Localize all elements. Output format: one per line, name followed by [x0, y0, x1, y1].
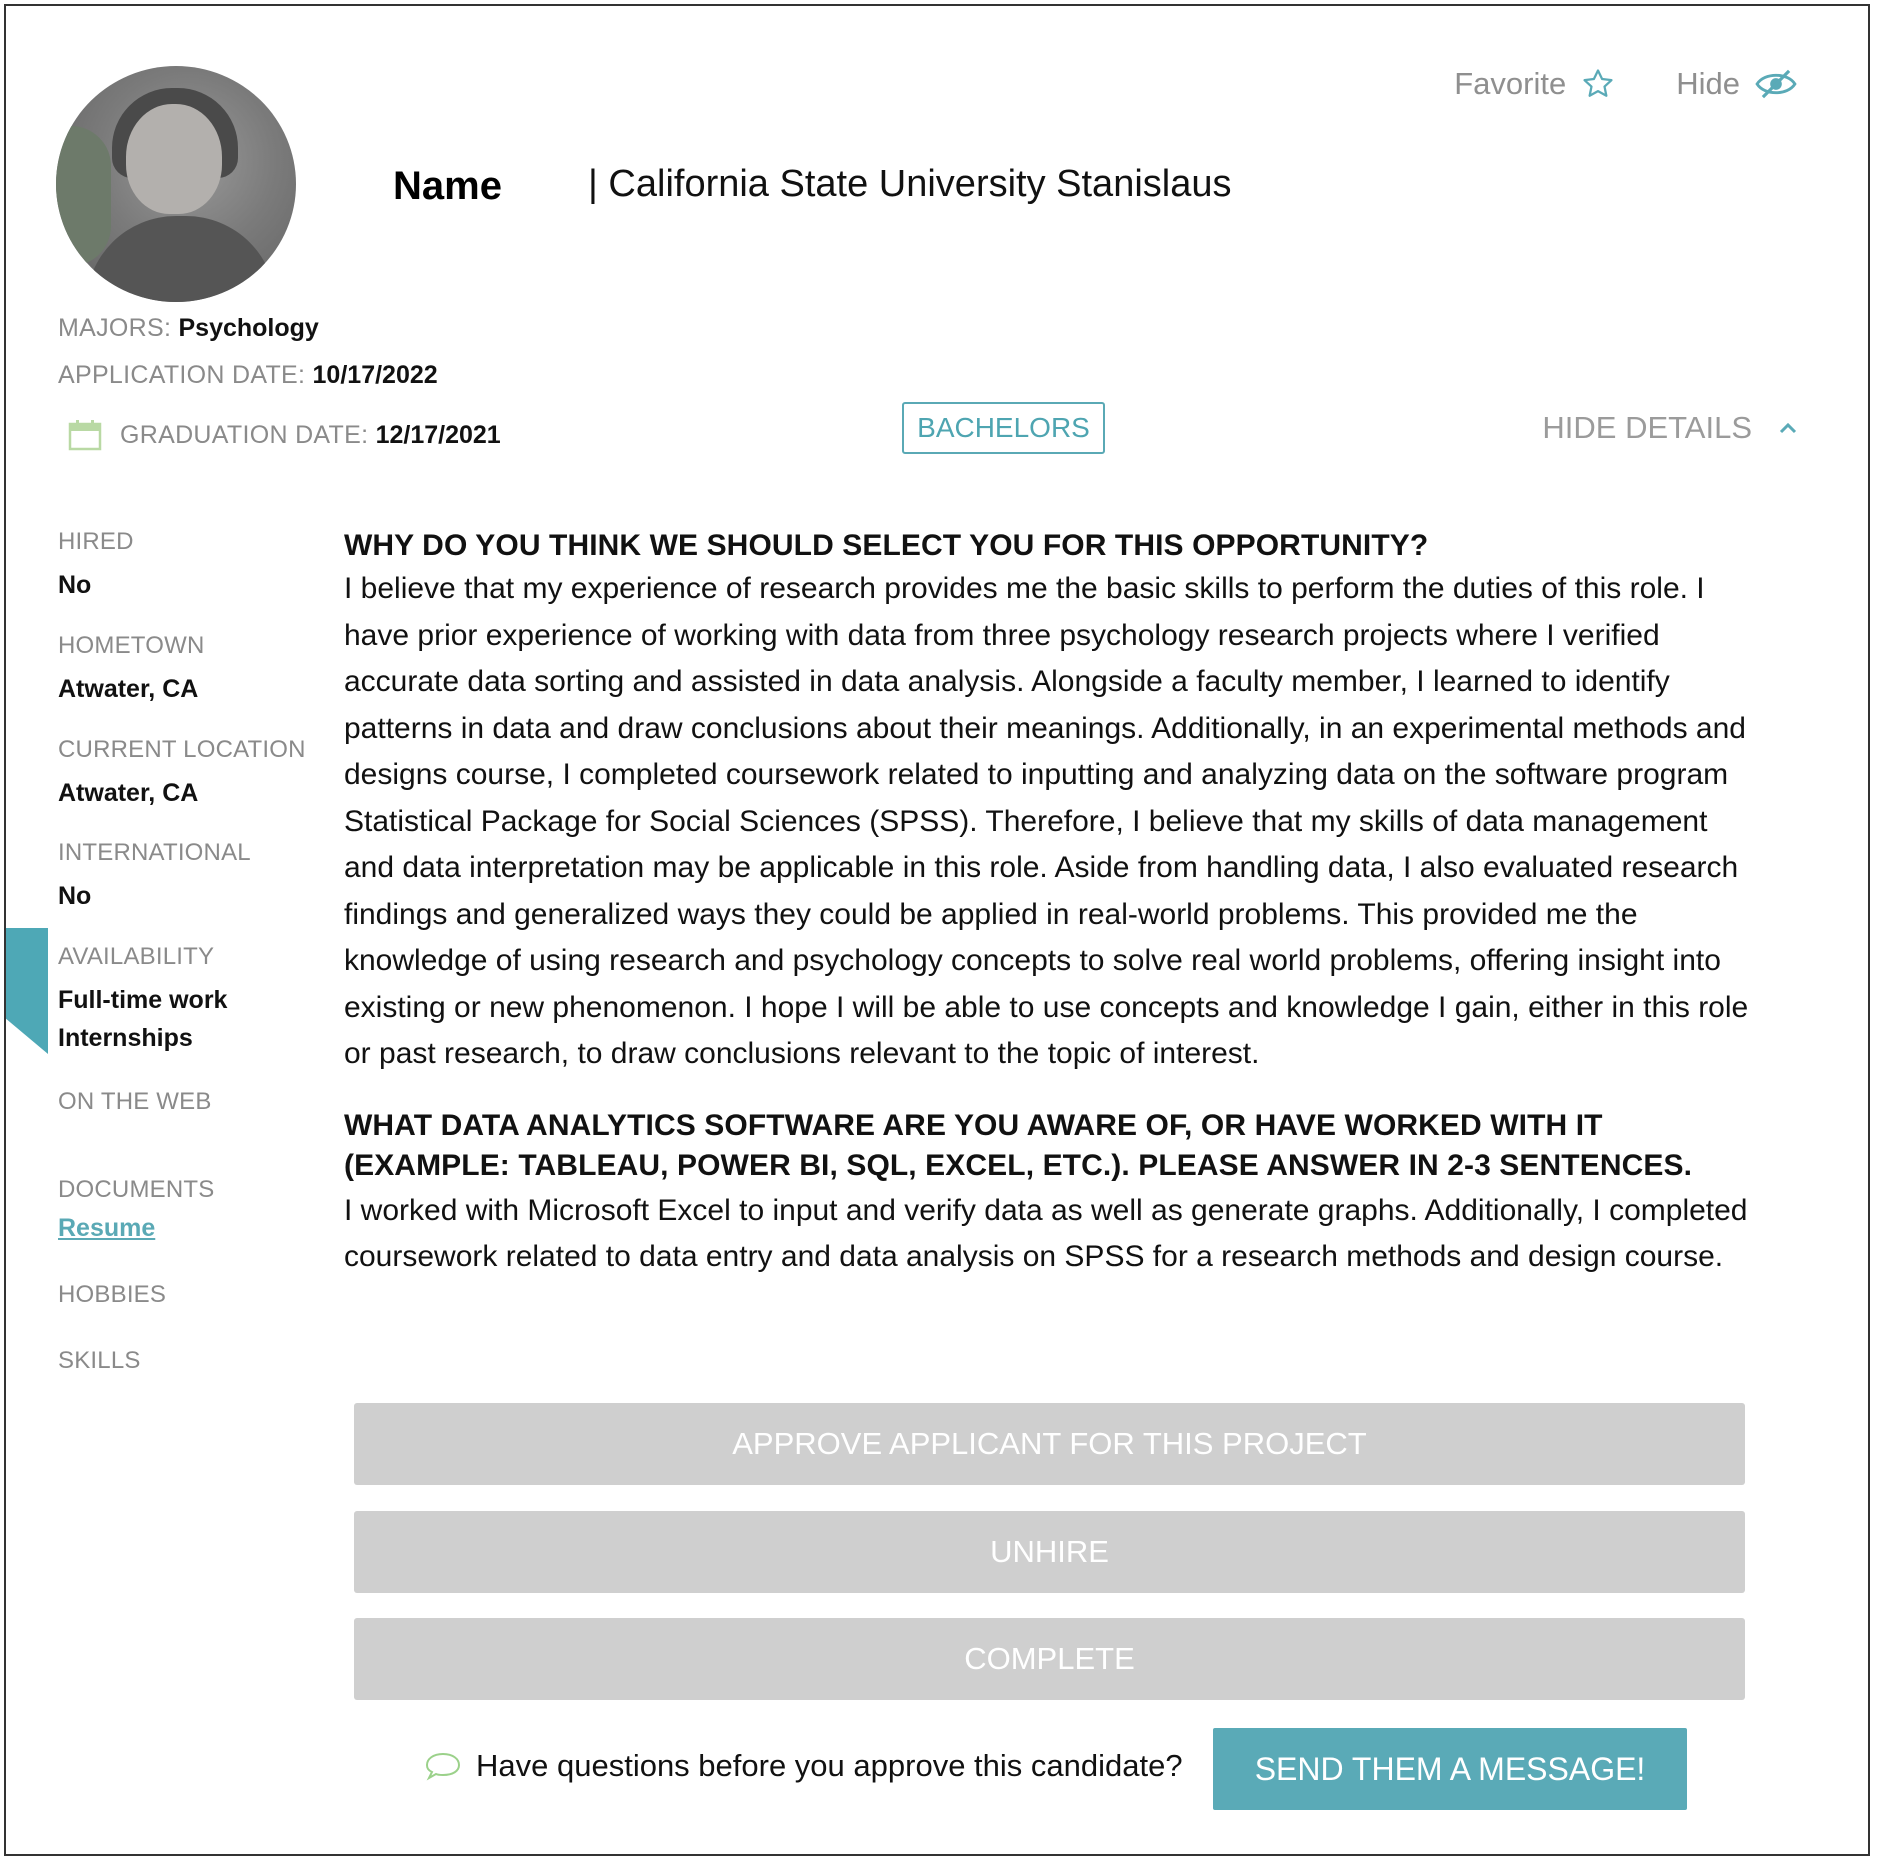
skills-label: SKILLS [58, 1347, 141, 1374]
hired-label: HIRED [58, 528, 134, 555]
current-location-label: CURRENT LOCATION [58, 736, 306, 763]
questions-prompt: Have questions before you approve this c… [424, 1748, 1183, 1784]
applicant-name: Name [393, 164, 502, 208]
question-answer: I believe that my experience of research… [344, 572, 1749, 1070]
chevron-up-icon [1779, 422, 1797, 434]
hometown-field: HOMETOWN Atwater, CA [58, 632, 204, 708]
skills-field: SKILLS [58, 1347, 141, 1375]
hobbies-label: HOBBIES [58, 1281, 167, 1308]
applicant-school: | California State University Stanislaus [588, 163, 1232, 205]
availability-item: Full-time work [58, 986, 228, 1014]
hometown-label: HOMETOWN [58, 632, 205, 659]
hometown-value: Atwater, CA [58, 675, 199, 703]
hobbies-field: HOBBIES [58, 1281, 166, 1309]
hide-button[interactable]: Hide [1676, 66, 1798, 102]
complete-button[interactable]: COMPLETE [354, 1618, 1745, 1700]
graduation-date-value: 12/17/2021 [375, 420, 501, 449]
calendar-icon [68, 420, 102, 451]
avatar [56, 66, 296, 302]
availability-label: AVAILABILITY [58, 943, 215, 970]
favorite-label: Favorite [1454, 66, 1567, 101]
graduation-date-label: GRADUATION DATE: [120, 420, 369, 449]
majors-label: MAJORS: [58, 314, 172, 342]
graduation-date-row: GRADUATION DATE: 12/17/2021 [68, 419, 501, 451]
availability-values: Full-time work Internships [58, 981, 227, 1057]
availability-field: AVAILABILITY Full-time work Internships [58, 943, 227, 1057]
documents-label: DOCUMENTS [58, 1176, 215, 1203]
international-value: No [58, 882, 92, 910]
current-location-value: Atwater, CA [58, 779, 199, 807]
on-the-web-field: ON THE WEB [58, 1088, 212, 1116]
hide-details-toggle[interactable]: HIDE DETAILS [1542, 410, 1798, 446]
eye-slash-icon [1755, 69, 1797, 99]
favorite-button[interactable]: Favorite [1454, 66, 1616, 102]
application-date-value: 10/17/2022 [312, 361, 438, 389]
send-message-button[interactable]: SEND THEM A MESSAGE! [1213, 1728, 1687, 1810]
on-the-web-label: ON THE WEB [58, 1088, 212, 1115]
current-location-field: CURRENT LOCATION Atwater, CA [58, 736, 306, 812]
question-title: WHY DO YOU THINK WE SHOULD SELECT YOU FO… [344, 529, 1429, 562]
avatar-body [86, 216, 276, 302]
approve-applicant-button[interactable]: APPROVE APPLICANT FOR THIS PROJECT [354, 1403, 1745, 1485]
question-answer: I worked with Microsoft Excel to input a… [344, 1193, 1748, 1274]
hired-value: No [58, 571, 92, 599]
chat-bubble-icon [425, 1752, 461, 1781]
questions-prompt-text: Have questions before you approve this c… [476, 1748, 1183, 1783]
documents-field: DOCUMENTS Resume [58, 1176, 214, 1243]
resume-link[interactable]: Resume [58, 1214, 155, 1243]
availability-item: Internships [58, 1024, 193, 1052]
degree-badge: BACHELORS [902, 402, 1105, 454]
international-field: INTERNATIONAL No [58, 839, 251, 915]
hide-label: Hide [1676, 66, 1740, 101]
majors-row: MAJORS: Psychology [58, 314, 319, 343]
top-actions: Favorite Hide [1454, 66, 1798, 102]
question-title: WHAT DATA ANALYTICS SOFTWARE ARE YOU AWA… [344, 1108, 1693, 1182]
majors-value: Psychology [178, 314, 319, 342]
applicant-card: Name | California State University Stani… [4, 4, 1870, 1856]
hired-field: HIRED No [58, 528, 134, 604]
bookmark-ribbon [6, 928, 48, 1054]
international-label: INTERNATIONAL [58, 839, 251, 866]
application-date-row: APPLICATION DATE: 10/17/2022 [58, 361, 438, 390]
star-outline-icon [1583, 69, 1613, 97]
question-block: WHAT DATA ANALYTICS SOFTWARE ARE YOU AWA… [344, 1106, 1764, 1281]
question-block: WHY DO YOU THINK WE SHOULD SELECT YOU FO… [344, 526, 1764, 1078]
application-answers: WHY DO YOU THINK WE SHOULD SELECT YOU FO… [344, 526, 1764, 1281]
hide-details-label: HIDE DETAILS [1542, 410, 1752, 445]
avatar-background-plant [56, 126, 111, 266]
unhire-button[interactable]: UNHIRE [354, 1511, 1745, 1593]
application-date-label: APPLICATION DATE: [58, 361, 306, 389]
avatar-face [126, 104, 222, 214]
